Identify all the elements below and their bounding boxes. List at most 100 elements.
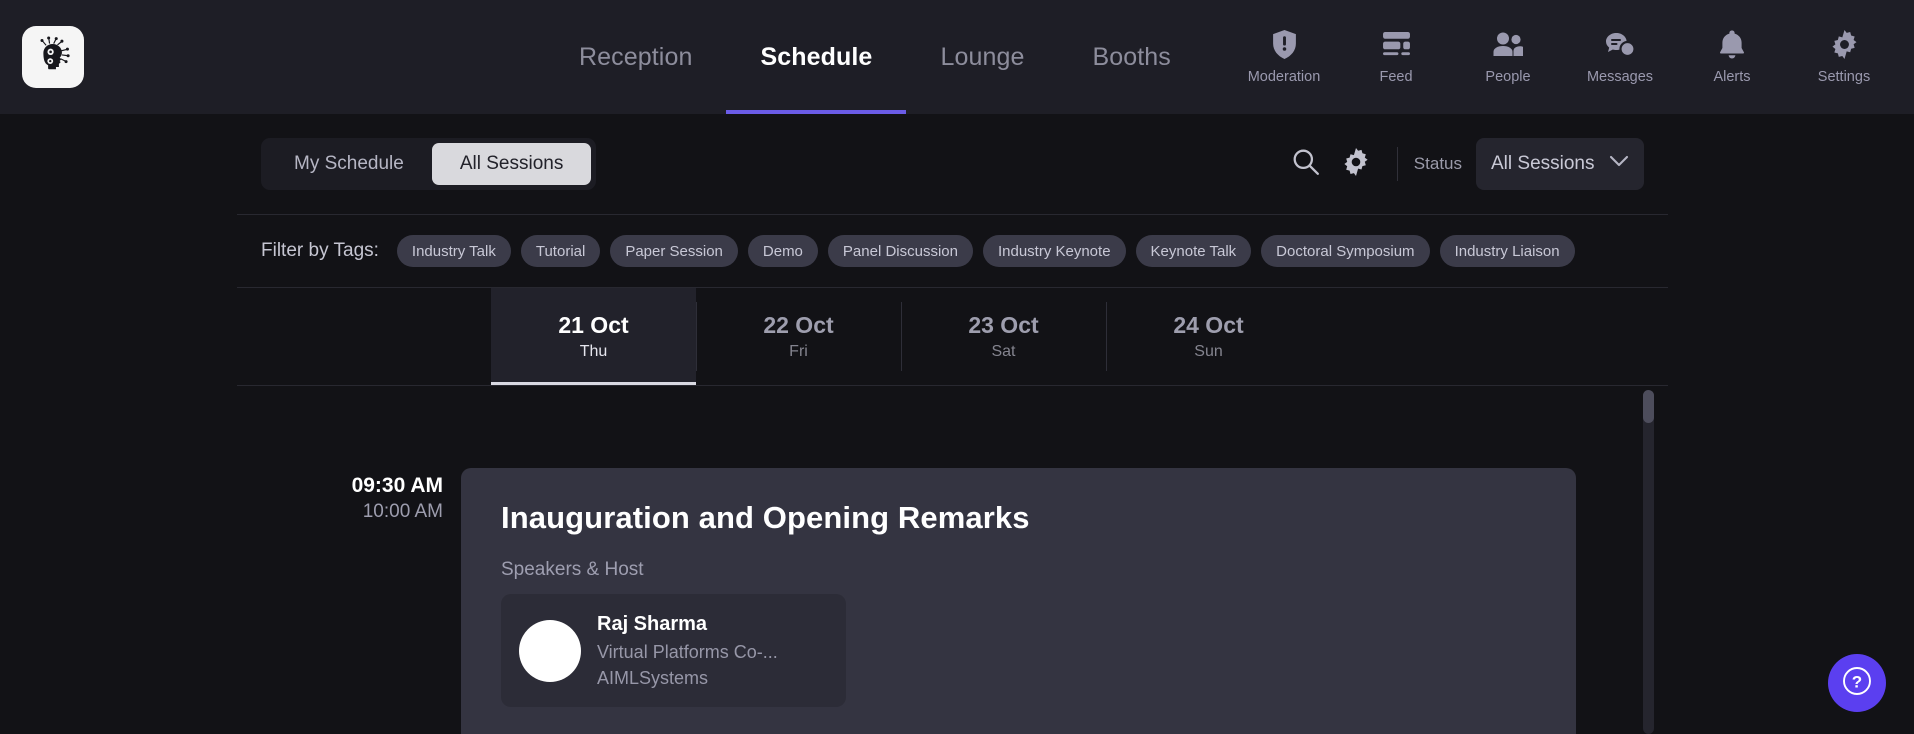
date-tab-21-oct[interactable]: 21 Oct Thu [491, 288, 696, 385]
tag-chip[interactable]: Industry Talk [396, 235, 511, 267]
date-tab-date: 24 Oct [1173, 312, 1244, 338]
speaker-role: Virtual Platforms Co-... [597, 642, 778, 662]
date-tab-22-oct[interactable]: 22 Oct Fri [696, 288, 901, 385]
tag-label: Industry Liaison [1454, 242, 1560, 260]
date-bar-spacer [237, 288, 491, 385]
speaker-organization: AIMLSystems [597, 668, 709, 689]
tag-label: Doctoral Symposium [1276, 242, 1415, 260]
top-header: Reception Schedule Lounge Booths Moderat… [0, 0, 1914, 114]
segment-all-sessions[interactable]: All Sessions [431, 143, 592, 185]
nav-item-booths[interactable]: Booths [1058, 0, 1204, 114]
session-start-time: 09:30 AM [351, 474, 443, 497]
icon-nav-label: Feed [1379, 68, 1413, 85]
icon-nav-label: Messages [1586, 68, 1654, 85]
status-filter-select[interactable]: All Sessions [1476, 138, 1644, 190]
date-tab-date: 23 Oct [968, 312, 1039, 338]
toolbar-settings-button[interactable] [1331, 139, 1381, 189]
schedule-scrollbar-track[interactable] [1643, 390, 1654, 734]
nav-label: Booths [1092, 42, 1171, 71]
tag-label: Industry Talk [411, 242, 496, 260]
icon-nav-label: Alerts [1713, 68, 1751, 85]
schedule-list[interactable]: 09:30 AM 10:00 AM Inauguration and Openi… [237, 386, 1668, 734]
date-tab-23-oct[interactable]: 23 Oct Sat [901, 288, 1106, 385]
session-title: Inauguration and Opening Remarks [501, 500, 1030, 535]
nav-label: Schedule [760, 42, 873, 71]
tag-chip[interactable]: Industry Keynote [982, 235, 1126, 267]
icon-nav-item-messages[interactable]: Messages [1564, 0, 1676, 114]
tag-filter-title: Filter by Tags: [261, 240, 379, 261]
main-nav: Reception Schedule Lounge Booths [545, 0, 1205, 114]
date-tab-bar: 21 Oct Thu 22 Oct Fri 23 Oct Sat 24 Oct … [237, 288, 1668, 385]
avatar [519, 619, 581, 682]
schedule-toolbar: My Schedule All Sessions Status All Sess… [237, 114, 1668, 214]
tag-chip[interactable]: Paper Session [610, 235, 738, 267]
date-tab-weekday: Sat [991, 343, 1016, 360]
bell-icon [1719, 30, 1745, 60]
nav-label: Lounge [940, 42, 1025, 71]
speaker-card[interactable]: Raj Sharma Virtual Platforms Co-... AIML… [501, 594, 846, 708]
tag-label: Industry Keynote [997, 242, 1111, 260]
question-mark-icon: ? [1840, 664, 1874, 703]
tag-chip[interactable]: Doctoral Symposium [1261, 235, 1430, 267]
segment-label: My Schedule [294, 153, 404, 174]
tag-list: Industry Talk Tutorial Paper Session Dem… [396, 235, 1575, 267]
shield-alert-icon [1272, 30, 1297, 60]
app-root: Reception Schedule Lounge Booths Moderat… [0, 0, 1914, 734]
tag-label: Panel Discussion [842, 242, 958, 260]
schedule-row: 09:30 AM 10:00 AM Inauguration and Openi… [237, 468, 1632, 734]
icon-nav-item-alerts[interactable]: Alerts [1676, 0, 1788, 114]
session-card[interactable]: Inauguration and Opening Remarks Speaker… [461, 468, 1576, 734]
gear-icon [1342, 147, 1370, 181]
schedule-scrollbar-thumb[interactable] [1643, 390, 1654, 423]
tag-label: Tutorial [535, 242, 586, 260]
tag-label: Keynote Talk [1150, 242, 1237, 260]
nav-item-schedule[interactable]: Schedule [726, 0, 907, 114]
people-icon [1493, 30, 1523, 60]
tag-chip[interactable]: Tutorial [520, 235, 601, 267]
toolbar-divider [1396, 147, 1398, 181]
icon-nav: Moderation Feed People Messages Alerts S… [1228, 0, 1900, 114]
tag-chip[interactable]: Panel Discussion [827, 235, 973, 267]
session-end-time: 10:00 AM [362, 501, 443, 523]
chevron-down-icon [1609, 155, 1629, 173]
search-icon [1292, 148, 1320, 181]
icon-nav-item-people[interactable]: People [1452, 0, 1564, 114]
tag-chip[interactable]: Keynote Talk [1135, 235, 1252, 267]
tag-label: Demo [762, 242, 803, 260]
date-tab-weekday: Fri [789, 343, 808, 360]
content-area: My Schedule All Sessions Status All Sess… [0, 114, 1914, 734]
feed-icon [1382, 30, 1411, 60]
date-tab-24-oct[interactable]: 24 Oct Sun [1106, 288, 1311, 385]
tag-chip[interactable]: Industry Liaison [1439, 235, 1575, 267]
tag-chip[interactable]: Demo [747, 235, 818, 267]
schedule-scope-toggle: My Schedule All Sessions [261, 138, 597, 190]
tag-label: Paper Session [625, 242, 723, 260]
date-tab-weekday: Sun [1194, 343, 1223, 360]
icon-nav-label: Settings [1817, 68, 1871, 85]
icon-nav-label: Moderation [1247, 68, 1321, 85]
ai-brain-logo[interactable] [22, 26, 84, 88]
date-tab-weekday: Thu [579, 343, 608, 360]
icon-nav-item-settings[interactable]: Settings [1788, 0, 1900, 114]
help-button[interactable]: ? [1828, 654, 1886, 712]
icon-nav-item-feed[interactable]: Feed [1340, 0, 1452, 114]
status-label: Status [1413, 154, 1462, 173]
nav-item-lounge[interactable]: Lounge [906, 0, 1058, 114]
gear-icon [1830, 30, 1859, 60]
tag-filter-bar: Filter by Tags: Industry Talk Tutorial P… [237, 215, 1668, 287]
speaker-info: Raj Sharma Virtual Platforms Co-... AIML… [597, 610, 778, 691]
status-filter-value: All Sessions [1491, 153, 1595, 174]
search-button[interactable] [1281, 139, 1331, 189]
icon-nav-label: People [1485, 68, 1531, 85]
icon-nav-item-moderation[interactable]: Moderation [1228, 0, 1340, 114]
svg-text:?: ? [1852, 672, 1862, 691]
segment-label: All Sessions [459, 153, 564, 174]
session-time-column: 09:30 AM 10:00 AM [237, 468, 461, 526]
date-tab-date: 22 Oct [763, 312, 834, 338]
segment-my-schedule[interactable]: My Schedule [266, 143, 432, 185]
messages-icon [1605, 30, 1635, 60]
date-tab-date: 21 Oct [558, 312, 629, 338]
nav-label: Reception [579, 42, 693, 71]
speaker-name: Raj Sharma [597, 613, 708, 635]
nav-item-reception[interactable]: Reception [545, 0, 726, 114]
